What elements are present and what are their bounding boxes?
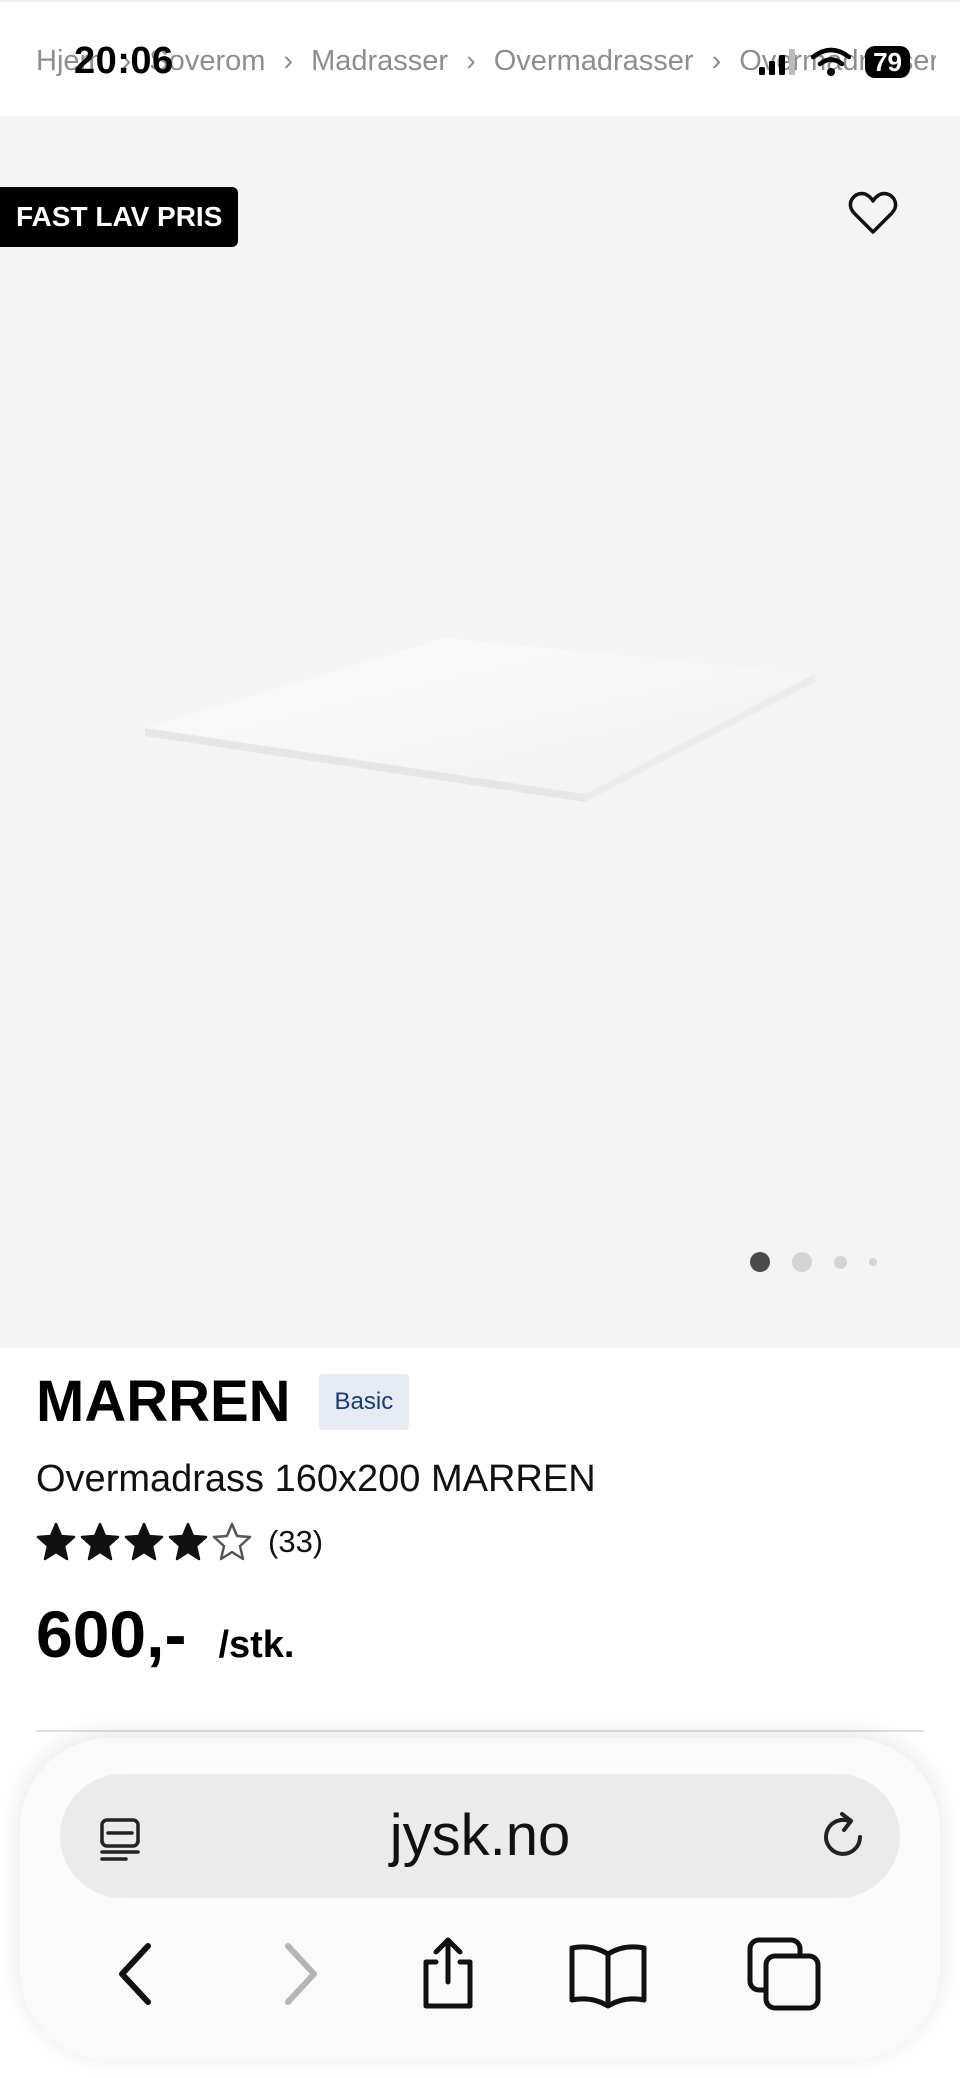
browser-toolbar: jysk.no [20, 1738, 940, 2060]
quality-tag: Basic [318, 1373, 410, 1430]
share-icon[interactable] [410, 1936, 486, 2012]
chevron-left-icon[interactable] [100, 1936, 176, 2012]
star-filled-icon [36, 1522, 76, 1561]
wifi-icon [811, 47, 852, 76]
chevron-right-icon: › [466, 44, 476, 77]
address-bar[interactable]: jysk.no [60, 1774, 900, 1898]
chevron-right-icon[interactable] [260, 1936, 336, 2012]
tabs-icon[interactable] [746, 1936, 822, 2012]
rating-stars [36, 1522, 252, 1562]
browser-nav [20, 1928, 940, 2018]
product-brand: MARREN [36, 1369, 291, 1434]
slide-dot[interactable] [869, 1258, 877, 1266]
brand-row: MARREN Basic [36, 1368, 410, 1435]
top-bar: Hjem › Soverom › Madrasser › Overmadrasser › Ove… [0, 0, 960, 116]
product-image [145, 638, 815, 802]
price-row: 600,- /stk. [36, 1596, 294, 1672]
heart-outline-icon[interactable] [848, 190, 898, 236]
reload-icon[interactable] [816, 1810, 870, 1864]
status-icons: 79 [757, 46, 910, 78]
cellular-signal-icon [759, 49, 796, 75]
star-filled-icon [80, 1522, 120, 1561]
url-text[interactable]: jysk.no [60, 1774, 900, 1898]
breadcrumb-item-toppers[interactable]: Overmadrasser [494, 45, 694, 78]
slide-dot[interactable] [792, 1252, 812, 1272]
product-gallery[interactable]: FAST LAV PRIS [0, 116, 960, 1348]
price-unit: /stk. [218, 1624, 295, 1666]
breadcrumb-item-mattresses[interactable]: Madrasser [311, 45, 448, 78]
divider [36, 1730, 924, 1732]
star-empty-icon [212, 1522, 252, 1561]
star-filled-icon [168, 1522, 208, 1561]
review-count[interactable]: (33) [268, 1524, 323, 1560]
product-price: 600,- [36, 1597, 187, 1671]
slide-dot-active[interactable] [750, 1252, 770, 1272]
book-icon[interactable] [566, 1936, 650, 2012]
product-name: Overmadrass 160x200 MARREN [36, 1458, 596, 1500]
battery-indicator: 79 [865, 46, 910, 78]
status-time: 20:06 [74, 40, 174, 82]
slide-dot[interactable] [834, 1255, 847, 1269]
star-filled-icon [124, 1522, 164, 1561]
chevron-right-icon: › [711, 44, 722, 77]
price-badge: FAST LAV PRIS [0, 187, 239, 247]
chevron-right-icon: › [283, 44, 294, 77]
slide-indicator [750, 1252, 877, 1272]
product-rating[interactable]: (33) [36, 1522, 323, 1562]
